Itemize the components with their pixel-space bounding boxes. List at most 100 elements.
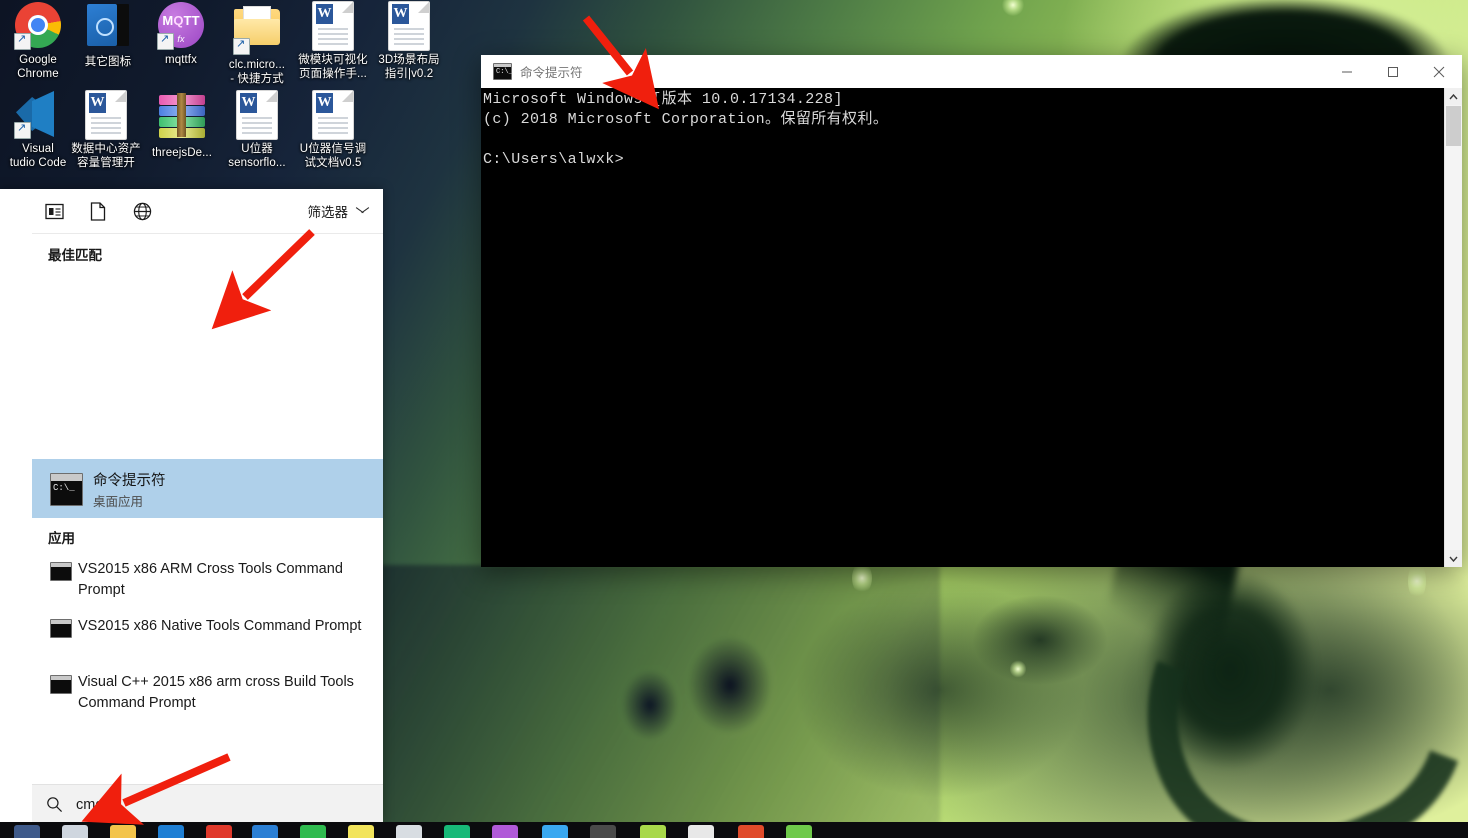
cmd-scrollbar[interactable] bbox=[1444, 88, 1462, 567]
best-match-subtitle: 桌面应用 bbox=[93, 495, 144, 509]
taskbar-item[interactable] bbox=[300, 825, 326, 838]
desktop-icon[interactable]: W 微模块可视化 页面操作手... bbox=[295, 2, 371, 81]
desktop-icon-label: 指引|v0.2 bbox=[384, 68, 434, 80]
desktop-icon-label: 其它图标 bbox=[84, 56, 132, 68]
desktop-icon-label: 试文档v0.5 bbox=[304, 157, 362, 169]
cmd-console-icon bbox=[50, 675, 72, 694]
search-input[interactable]: cmd bbox=[32, 784, 383, 824]
cmd-window-title: 命令提示符 bbox=[520, 66, 583, 80]
close-icon[interactable] bbox=[1416, 55, 1462, 88]
cmd-console-icon: C:\_ bbox=[493, 63, 513, 80]
desktop-icon-label: mqttfx bbox=[165, 54, 197, 66]
filters-dropdown[interactable]: 筛选器 bbox=[308, 201, 370, 221]
desktop-icon-label: sensorflo... bbox=[228, 157, 286, 169]
word-icon: W bbox=[82, 91, 130, 139]
search-icon bbox=[32, 796, 76, 813]
desktop-icon-label: U位器 bbox=[241, 143, 273, 155]
desktop-icon-label: threejsDe... bbox=[151, 147, 212, 159]
cmd-console-icon bbox=[50, 619, 72, 638]
desktop-icon[interactable]: 其它图标 bbox=[70, 2, 146, 69]
desktop-icon[interactable]: W U位器 sensorflo... bbox=[219, 91, 295, 170]
chrome-icon bbox=[14, 2, 62, 50]
word-icon: W bbox=[309, 2, 357, 50]
taskbar-item[interactable] bbox=[738, 825, 764, 838]
best-match-heading: 最佳匹配 bbox=[48, 248, 102, 263]
taskbar-item[interactable] bbox=[110, 825, 136, 838]
desktop-icon-label: Visual bbox=[22, 143, 54, 155]
desktop-icon-label: 微模块可视化 bbox=[298, 54, 368, 66]
shortcut-badge-icon bbox=[14, 122, 31, 139]
apps-heading: 应用 bbox=[48, 531, 75, 546]
taskbar-item[interactable] bbox=[14, 825, 40, 838]
minimize-icon[interactable] bbox=[1324, 55, 1370, 88]
desktop-icon-label: clc.micro... bbox=[228, 59, 286, 71]
taskbar-item[interactable] bbox=[348, 825, 374, 838]
cmd-console-icon: C:\_ bbox=[50, 473, 83, 506]
wallpaper-glow bbox=[1010, 660, 1026, 678]
cmd-title-bar[interactable]: C:\_ 命令提示符 bbox=[481, 55, 1462, 88]
wallpaper-glow bbox=[1408, 562, 1426, 600]
search-filter-bar: 筛选器 bbox=[32, 189, 383, 234]
shortcut-badge-icon bbox=[157, 33, 174, 50]
mqtt-icon: MQTT fx bbox=[157, 2, 205, 50]
desktop-icon-label: 3D场景布局 bbox=[378, 54, 440, 66]
wallpaper-shape-left bbox=[380, 565, 940, 838]
desktop-icon-label: Chrome bbox=[17, 68, 59, 80]
cmd-scrollbar-thumb[interactable] bbox=[1446, 106, 1461, 146]
taskbar-item[interactable] bbox=[640, 825, 666, 838]
list-item-label: Visual C++ 2015 x86 arm cross Build Tool… bbox=[78, 674, 354, 711]
taskbar-item[interactable] bbox=[786, 825, 812, 838]
taskbar-item[interactable] bbox=[396, 825, 422, 838]
app-window-icon[interactable] bbox=[32, 189, 76, 233]
cmd-console-body[interactable]: Microsoft Windows [版本 10.0.17134.228] (c… bbox=[481, 88, 1462, 567]
taskbar-item[interactable] bbox=[590, 825, 616, 838]
desktop-icon-label: - 快捷方式 bbox=[230, 73, 284, 85]
taskbar-item[interactable] bbox=[206, 825, 232, 838]
command-prompt-window[interactable]: C:\_ 命令提示符 Microsoft Windows [版本 10.0.17… bbox=[481, 55, 1462, 567]
desktop-icon-label: U位器信号调 bbox=[299, 143, 367, 155]
vscode-icon bbox=[14, 91, 62, 139]
desktop-icon[interactable]: W U位器信号调 试文档v0.5 bbox=[295, 91, 371, 170]
scroll-up-icon[interactable] bbox=[1445, 88, 1462, 105]
taskbar-item[interactable] bbox=[158, 825, 184, 838]
list-item-label: VS2015 x86 ARM Cross Tools Command Promp… bbox=[78, 561, 343, 598]
taskbar-item[interactable] bbox=[62, 825, 88, 838]
taskbar[interactable] bbox=[0, 822, 1468, 838]
taskbar-item[interactable] bbox=[492, 825, 518, 838]
taskbar-item[interactable] bbox=[252, 825, 278, 838]
desktop-icon[interactable]: W 数据中心资产 容量管理开 bbox=[68, 91, 144, 170]
filters-label-text: 筛选器 bbox=[307, 205, 349, 220]
desktop-icon-label: tudio Code bbox=[9, 157, 67, 169]
desktop-icon[interactable]: Google Chrome bbox=[0, 2, 76, 81]
list-item-label: VS2015 x86 Native Tools Command Prompt bbox=[78, 618, 362, 634]
taskbar-item[interactable] bbox=[444, 825, 470, 838]
desktop-icon[interactable]: Visual tudio Code bbox=[0, 91, 76, 170]
maximize-icon[interactable] bbox=[1370, 55, 1416, 88]
desktop-icon-label: 数据中心资产 bbox=[71, 143, 141, 155]
word-icon: W bbox=[233, 91, 281, 139]
taskbar-item[interactable] bbox=[542, 825, 568, 838]
word-icon: W bbox=[385, 2, 433, 50]
scroll-down-icon[interactable] bbox=[1445, 550, 1462, 567]
shortcut-badge-icon bbox=[233, 38, 250, 55]
wallpaper-glow bbox=[1002, 0, 1024, 16]
document-icon[interactable] bbox=[76, 189, 120, 233]
desktop-screen: Google Chrome 其它图标 MQTTfx mqttfx clc.micro...… bbox=[0, 0, 1468, 838]
best-match-item[interactable]: C:\_ 命令提示符 桌面应用 bbox=[32, 459, 383, 518]
bfolder-icon bbox=[84, 4, 132, 52]
desktop-icon[interactable]: W 3D场景布局 指引|v0.2 bbox=[371, 2, 447, 81]
desktop-icon-label: Google bbox=[19, 54, 57, 66]
desktop-icon[interactable]: MQTTfx mqttfx bbox=[143, 2, 219, 67]
globe-icon[interactable] bbox=[120, 189, 164, 233]
cmd-console-text: Microsoft Windows [版本 10.0.17134.228] (c… bbox=[483, 91, 889, 168]
cmd-console-icon bbox=[50, 562, 72, 581]
desktop-icon[interactable]: clc.micro... - 快捷方式 bbox=[219, 2, 295, 86]
search-input-value: cmd bbox=[76, 796, 104, 813]
taskbar-item[interactable] bbox=[688, 825, 714, 838]
chevron-down-icon bbox=[356, 207, 369, 215]
start-search-panel: 筛选器 最佳匹配 C:\_ 命令提示符 桌面应用 应用 VS2015 x86 A… bbox=[0, 189, 383, 838]
folder-icon bbox=[233, 7, 281, 55]
desktop-icon-label: 容量管理开 bbox=[77, 157, 135, 169]
desktop-icon[interactable]: threejsDe... bbox=[144, 91, 220, 160]
rar-icon bbox=[158, 93, 206, 143]
